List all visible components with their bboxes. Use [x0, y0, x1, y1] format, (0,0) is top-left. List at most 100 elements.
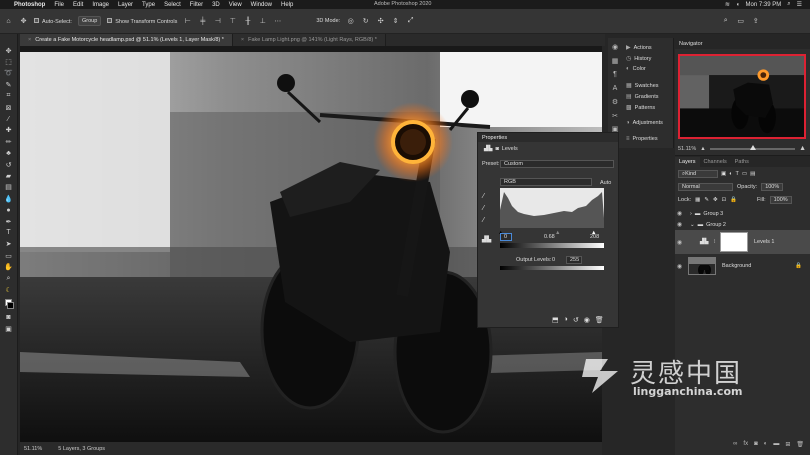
move-tool-icon[interactable]: ✥ — [3, 46, 15, 55]
add-mask-icon[interactable]: ◙ — [754, 441, 758, 451]
show-transform-checkbox[interactable]: Show Transform Controls — [107, 17, 177, 25]
zoom-tool-icon[interactable]: ⌕ — [3, 274, 15, 283]
align-center-icon[interactable]: ╪ — [198, 17, 207, 26]
clone-stamp-tool-icon[interactable]: ♣ — [3, 149, 15, 158]
pan-3d-icon[interactable]: ✣ — [376, 17, 385, 26]
panel-adjustments[interactable]: ◑ Adjustments — [626, 120, 663, 126]
tab-paths[interactable]: Paths — [731, 157, 753, 167]
midpoint-slider[interactable]: ▲ — [555, 230, 560, 236]
fx-icon[interactable]: fx — [743, 441, 748, 451]
input-black-field[interactable]: 0 — [500, 233, 512, 241]
screen-mode-icon[interactable]: ▣ — [3, 324, 15, 333]
menu-select[interactable]: Select — [164, 2, 181, 8]
layer-row-group-3[interactable]: ◉ › ▬ Group 3 — [675, 208, 810, 219]
lock-icon[interactable]: 🔒 — [795, 263, 802, 269]
align-bottom-icon[interactable]: ⊥ — [258, 17, 267, 26]
healing-brush-tool-icon[interactable]: ✚ — [3, 126, 15, 135]
visibility-eye-icon[interactable]: ◉ — [675, 263, 684, 270]
align-left-icon[interactable]: ⊢ — [183, 17, 192, 26]
menu-file[interactable]: File — [54, 2, 64, 8]
wifi-icon[interactable]: ≋ — [725, 1, 730, 8]
panel-swatches[interactable]: ▦ Swatches — [626, 82, 659, 90]
output-black-value[interactable]: 0 — [552, 257, 555, 263]
navigator-zoom-value[interactable]: 51.11% — [678, 146, 696, 152]
menu-extras-icon[interactable]: ☰ — [797, 1, 802, 8]
menu-help[interactable]: Help — [281, 2, 293, 8]
pen-tool-icon[interactable]: ✒ — [3, 217, 15, 226]
menu-type[interactable]: Type — [142, 2, 155, 8]
zoom-slider[interactable] — [709, 144, 796, 150]
auto-button[interactable]: Auto — [600, 180, 611, 186]
scale-3d-icon[interactable]: ⤢ — [406, 17, 415, 26]
brush-tool-icon[interactable]: ✏ — [3, 137, 15, 146]
dock-icon-2[interactable]: ▦ — [610, 56, 620, 66]
filter-kind-dropdown[interactable]: ⌕ Kind — [678, 170, 718, 178]
dock-icon-1[interactable]: ◉ — [610, 42, 620, 52]
hand-tool-icon[interactable]: ✋ — [3, 262, 15, 271]
crop-tool-icon[interactable]: ⌗ — [3, 92, 15, 101]
layer-row-group-2[interactable]: ◉ ⌄ ▬ Group 2 — [675, 219, 810, 230]
panel-gradients[interactable]: ▤ Gradients — [626, 93, 659, 101]
share-icon[interactable]: ⇪ — [751, 17, 760, 26]
layer-row-background[interactable]: ◉ Background 🔒 — [675, 256, 810, 276]
mask-icon[interactable]: ◙ — [495, 146, 498, 152]
search-icon[interactable]: ⌕ — [721, 17, 730, 26]
delete-layer-icon[interactable]: 🗑 — [796, 441, 804, 451]
quick-select-tool-icon[interactable]: ✎ — [3, 80, 15, 89]
path-select-tool-icon[interactable]: ➤ — [3, 240, 15, 249]
zoom-in-icon[interactable]: ▲ — [799, 145, 806, 152]
filter-type-icon[interactable]: T — [736, 171, 739, 177]
clipping-icon[interactable]: ▟▙ — [482, 236, 491, 243]
blend-mode-dropdown[interactable]: Normal — [678, 183, 733, 191]
lock-pixels-icon[interactable]: ▦ — [695, 197, 700, 203]
lock-position-icon[interactable]: ✥ — [713, 197, 718, 203]
preset-dropdown[interactable]: Custom — [500, 160, 614, 168]
move-tool-icon[interactable]: ✥ — [19, 17, 28, 26]
close-icon[interactable]: × — [241, 37, 244, 43]
visibility-icon[interactable]: ◉ — [584, 316, 590, 324]
filter-shape-icon[interactable]: ▭ — [742, 171, 747, 177]
menu-3d[interactable]: 3D — [212, 2, 220, 8]
white-eyedropper-icon[interactable]: ⁄ — [483, 217, 484, 224]
link-layers-icon[interactable]: ∞ — [733, 441, 737, 451]
dock-icon-6[interactable]: ✂ — [610, 111, 620, 121]
color-swatches[interactable] — [3, 297, 15, 311]
menu-edit[interactable]: Edit — [73, 2, 83, 8]
fill-field[interactable]: 100% — [769, 196, 792, 204]
shape-tool-icon[interactable]: ▭ — [3, 251, 15, 260]
home-icon[interactable]: ⌂ — [4, 17, 13, 26]
volume-icon[interactable]: ◖ — [736, 2, 740, 8]
layer-mask-thumbnail[interactable] — [720, 232, 748, 252]
panel-properties[interactable]: ≡ Properties — [626, 136, 658, 142]
properties-title[interactable]: Properties — [478, 133, 618, 142]
input-white-value[interactable]: 208 — [590, 234, 599, 240]
orbit-3d-icon[interactable]: ◎ — [346, 17, 355, 26]
channel-dropdown[interactable]: RGB — [500, 178, 592, 186]
layer-row-levels-1[interactable]: ◉ ▟▙ ⁞ Levels 1 — [675, 230, 810, 254]
menu-photoshop[interactable]: Photoshop — [14, 2, 45, 8]
tab-motorcycle-psd[interactable]: × Create a Fake Motorcycle headlamp.psd … — [20, 34, 233, 46]
type-tool-icon[interactable]: T — [3, 228, 15, 237]
eraser-tool-icon[interactable]: ▰ — [3, 171, 15, 180]
gray-eyedropper-icon[interactable]: ⁄ — [483, 205, 484, 212]
lock-paint-icon[interactable]: ✎ — [704, 197, 709, 203]
gradient-tool-icon[interactable]: ▤ — [3, 183, 15, 192]
menu-filter[interactable]: Filter — [190, 2, 203, 8]
zoom-slider-knob[interactable] — [749, 144, 756, 150]
view-previous-icon[interactable]: ◑ — [564, 316, 568, 324]
blur-tool-icon[interactable]: 💧 — [3, 194, 15, 203]
filter-pixel-icon[interactable]: ▣ — [721, 171, 726, 177]
lasso-tool-icon[interactable]: ➰ — [3, 69, 15, 78]
marquee-tool-icon[interactable]: ⬚ — [3, 57, 15, 66]
visibility-eye-icon[interactable]: ◉ — [675, 210, 684, 217]
auto-select-dropdown[interactable]: Group — [77, 16, 102, 26]
panel-history[interactable]: ◷ History — [626, 55, 651, 63]
eyedropper-tool-icon[interactable]: ⁄ — [3, 114, 15, 123]
workspace-icon[interactable]: ▭ — [736, 17, 745, 26]
search-icon[interactable]: ⌕ — [787, 1, 790, 8]
visibility-eye-icon[interactable]: ◉ — [675, 221, 684, 228]
navigator-title[interactable]: Navigator — [675, 38, 810, 49]
checkbox-icon[interactable] — [34, 17, 39, 23]
quick-mask-icon[interactable]: ◙ — [3, 313, 15, 322]
tab-layers[interactable]: Layers — [675, 157, 700, 167]
